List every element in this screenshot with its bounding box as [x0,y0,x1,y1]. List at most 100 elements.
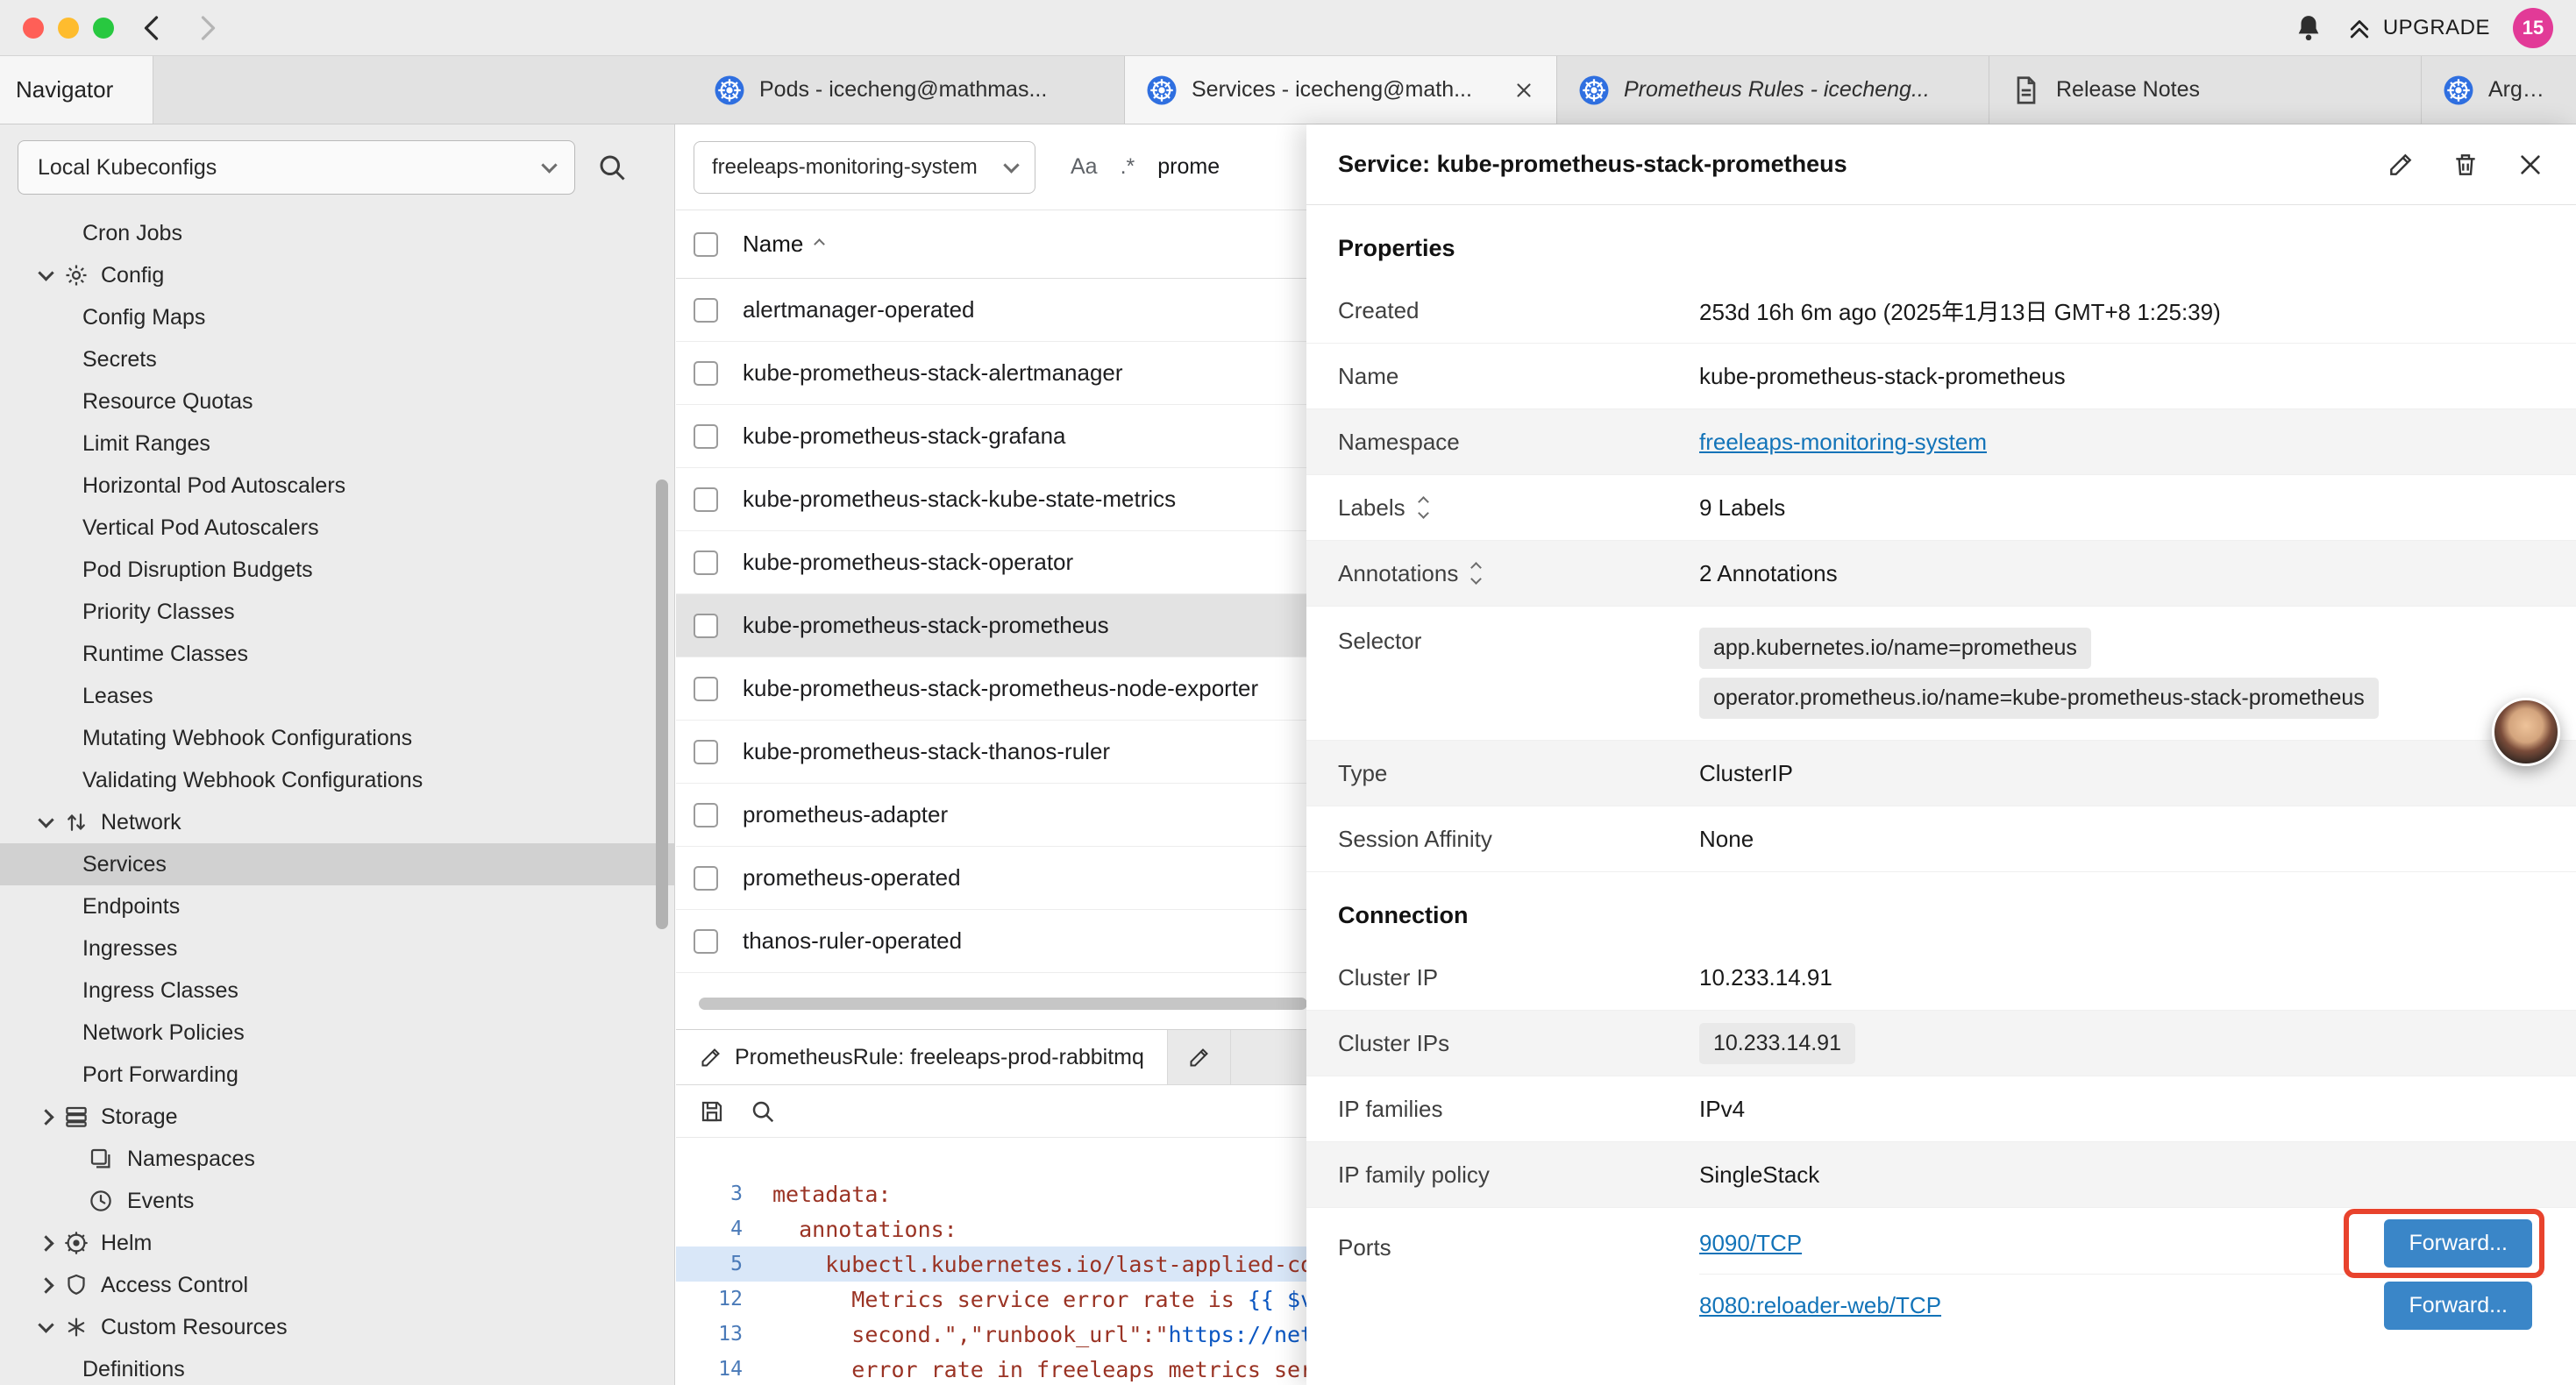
namespace-link[interactable]: freeleaps-monitoring-system [1699,429,1987,456]
row-checkbox[interactable] [694,298,718,323]
close-window-button[interactable] [23,18,44,39]
select-all-checkbox[interactable] [694,232,718,257]
upgrade-label: UPGRADE [2383,16,2490,40]
match-case-toggle[interactable]: Aa [1071,154,1098,180]
pencil-icon [699,1046,722,1069]
section-title-properties: Properties [1306,205,2576,278]
row-checkbox[interactable] [694,803,718,827]
sidebar-item-storage[interactable]: Storage [0,1096,674,1138]
detail-row-ports: Ports 9090/TCP Forward... 8080:reloader-… [1306,1208,2576,1341]
zoom-window-button[interactable] [93,18,114,39]
forward-button[interactable]: Forward... [2384,1282,2532,1330]
tab-label: Argo Se [2488,77,2551,103]
editor-tab-partial[interactable] [1168,1030,1231,1084]
assistant-avatar[interactable] [2492,698,2560,766]
sidebar-item-custom-resources[interactable]: Custom Resources [0,1306,674,1348]
tab-argo[interactable]: Argo Se [2422,56,2572,124]
drawer-title: Service: kube-prometheus-stack-prometheu… [1338,151,1847,178]
expand-toggle-icon[interactable] [1420,498,1427,517]
sidebar-item-pod-disruption-budgets[interactable]: Pod Disruption Budgets [0,549,674,591]
search-icon[interactable] [750,1098,776,1125]
sidebar-item-secrets[interactable]: Secrets [0,338,674,380]
sidebar-item-mutating-webhook-configurations[interactable]: Mutating Webhook Configurations [0,717,674,759]
close-icon[interactable] [2516,151,2544,179]
detail-row-selector: Selector app.kubernetes.io/name=promethe… [1306,607,2576,741]
horizontal-scrollbar-thumb[interactable] [699,998,1307,1010]
editor-tab-prometheusrule[interactable]: PrometheusRule: freeleaps-prod-rabbitmq [676,1030,1168,1084]
sidebar-item-ingress-classes[interactable]: Ingress Classes [0,970,674,1012]
upgrade-button[interactable]: UPGRADE [2346,15,2490,41]
row-checkbox[interactable] [694,550,718,575]
notifications-bell-icon[interactable] [2294,13,2323,43]
sidebar-item-helm[interactable]: Helm [0,1222,674,1264]
chevron-down-icon [1003,157,1019,173]
minimize-window-button[interactable] [58,18,79,39]
regex-toggle[interactable]: .* [1121,154,1135,180]
sidebar-item-cron-jobs[interactable]: Cron Jobs [0,212,674,254]
search-input[interactable]: Aa .* prome [1071,154,1220,180]
expand-toggle-icon[interactable] [1472,564,1480,583]
tab-pods[interactable]: Pods - icecheng@mathmas... [693,56,1125,124]
delete-trash-icon[interactable] [2451,151,2480,179]
sidebar-item-network[interactable]: Network [0,801,674,843]
row-checkbox[interactable] [694,740,718,764]
sidebar-item-port-forwarding[interactable]: Port Forwarding [0,1054,674,1096]
tab-services[interactable]: Services - icecheng@math... [1125,56,1557,124]
row-checkbox[interactable] [694,866,718,891]
row-checkbox[interactable] [694,614,718,638]
drawer-header: Service: kube-prometheus-stack-prometheu… [1306,124,2576,205]
sidebar-item-access-control[interactable]: Access Control [0,1264,674,1306]
kubeconfig-selector[interactable]: Local Kubeconfigs [18,140,575,195]
sidebar-item-definitions[interactable]: Definitions [0,1348,674,1385]
search-icon[interactable] [596,152,628,183]
sidebar-item-leases[interactable]: Leases [0,675,674,717]
detail-row-type: Type ClusterIP [1306,741,2576,806]
sidebar-item-limit-ranges[interactable]: Limit Ranges [0,423,674,465]
tab-label: Pods - icecheng@mathmas... [759,77,1047,103]
save-icon[interactable] [699,1098,725,1125]
forward-button[interactable]: Forward... [2384,1219,2532,1268]
chevron-down-icon [38,1317,53,1332]
close-tab-icon[interactable] [1512,79,1535,102]
document-icon [2010,75,2042,106]
sidebar-item-resource-quotas[interactable]: Resource Quotas [0,380,674,423]
chevron-down-icon [38,812,53,827]
pencil-icon [1187,1046,1211,1069]
tab-release-notes[interactable]: Release Notes [1989,56,2422,124]
tab-prometheus-rules[interactable]: Prometheus Rules - icecheng... [1557,56,1989,124]
sidebar-scrollbar-thumb[interactable] [656,479,668,929]
row-checkbox[interactable] [694,487,718,512]
tab-bar: Navigator Pods - icecheng@mathmas... Ser… [0,56,2576,124]
sidebar-item-namespaces[interactable]: Namespaces [0,1138,674,1180]
sidebar-item-config-maps[interactable]: Config Maps [0,296,674,338]
notification-count-badge[interactable]: 15 [2513,8,2553,48]
port-link-8080-reloader-web[interactable]: 8080:reloader-web/TCP [1699,1292,1941,1319]
back-icon[interactable] [137,12,168,44]
edit-pencil-icon[interactable] [2387,151,2415,179]
sidebar-item-horizontal-pod-autoscalers[interactable]: Horizontal Pod Autoscalers [0,465,674,507]
sidebar-item-vertical-pod-autoscalers[interactable]: Vertical Pod Autoscalers [0,507,674,549]
sidebar-item-services[interactable]: Services [0,843,674,885]
sidebar-item-validating-webhook-configurations[interactable]: Validating Webhook Configurations [0,759,674,801]
column-header-name[interactable]: Name [743,231,823,258]
row-checkbox[interactable] [694,929,718,954]
window-titlebar: UPGRADE 15 [0,0,2576,56]
row-checkbox[interactable] [694,361,718,386]
sort-ascending-icon [814,238,825,250]
namespace-filter-dropdown[interactable]: freeleaps-monitoring-system [694,141,1035,194]
port-link-9090[interactable]: 9090/TCP [1699,1230,1802,1257]
sidebar-item-endpoints[interactable]: Endpoints [0,885,674,927]
sidebar-item-events[interactable]: Events [0,1180,674,1222]
port-row: 9090/TCP Forward... [1699,1213,2544,1275]
row-checkbox[interactable] [694,677,718,701]
row-checkbox[interactable] [694,424,718,449]
chevron-right-icon [38,1235,53,1251]
forward-icon[interactable] [191,12,223,44]
traffic-lights [23,18,114,39]
sidebar-item-priority-classes[interactable]: Priority Classes [0,591,674,633]
sidebar-item-config[interactable]: Config [0,254,674,296]
sidebar-item-network-policies[interactable]: Network Policies [0,1012,674,1054]
sidebar-item-ingresses[interactable]: Ingresses [0,927,674,970]
tabbar-spacer [153,56,693,124]
sidebar-item-runtime-classes[interactable]: Runtime Classes [0,633,674,675]
